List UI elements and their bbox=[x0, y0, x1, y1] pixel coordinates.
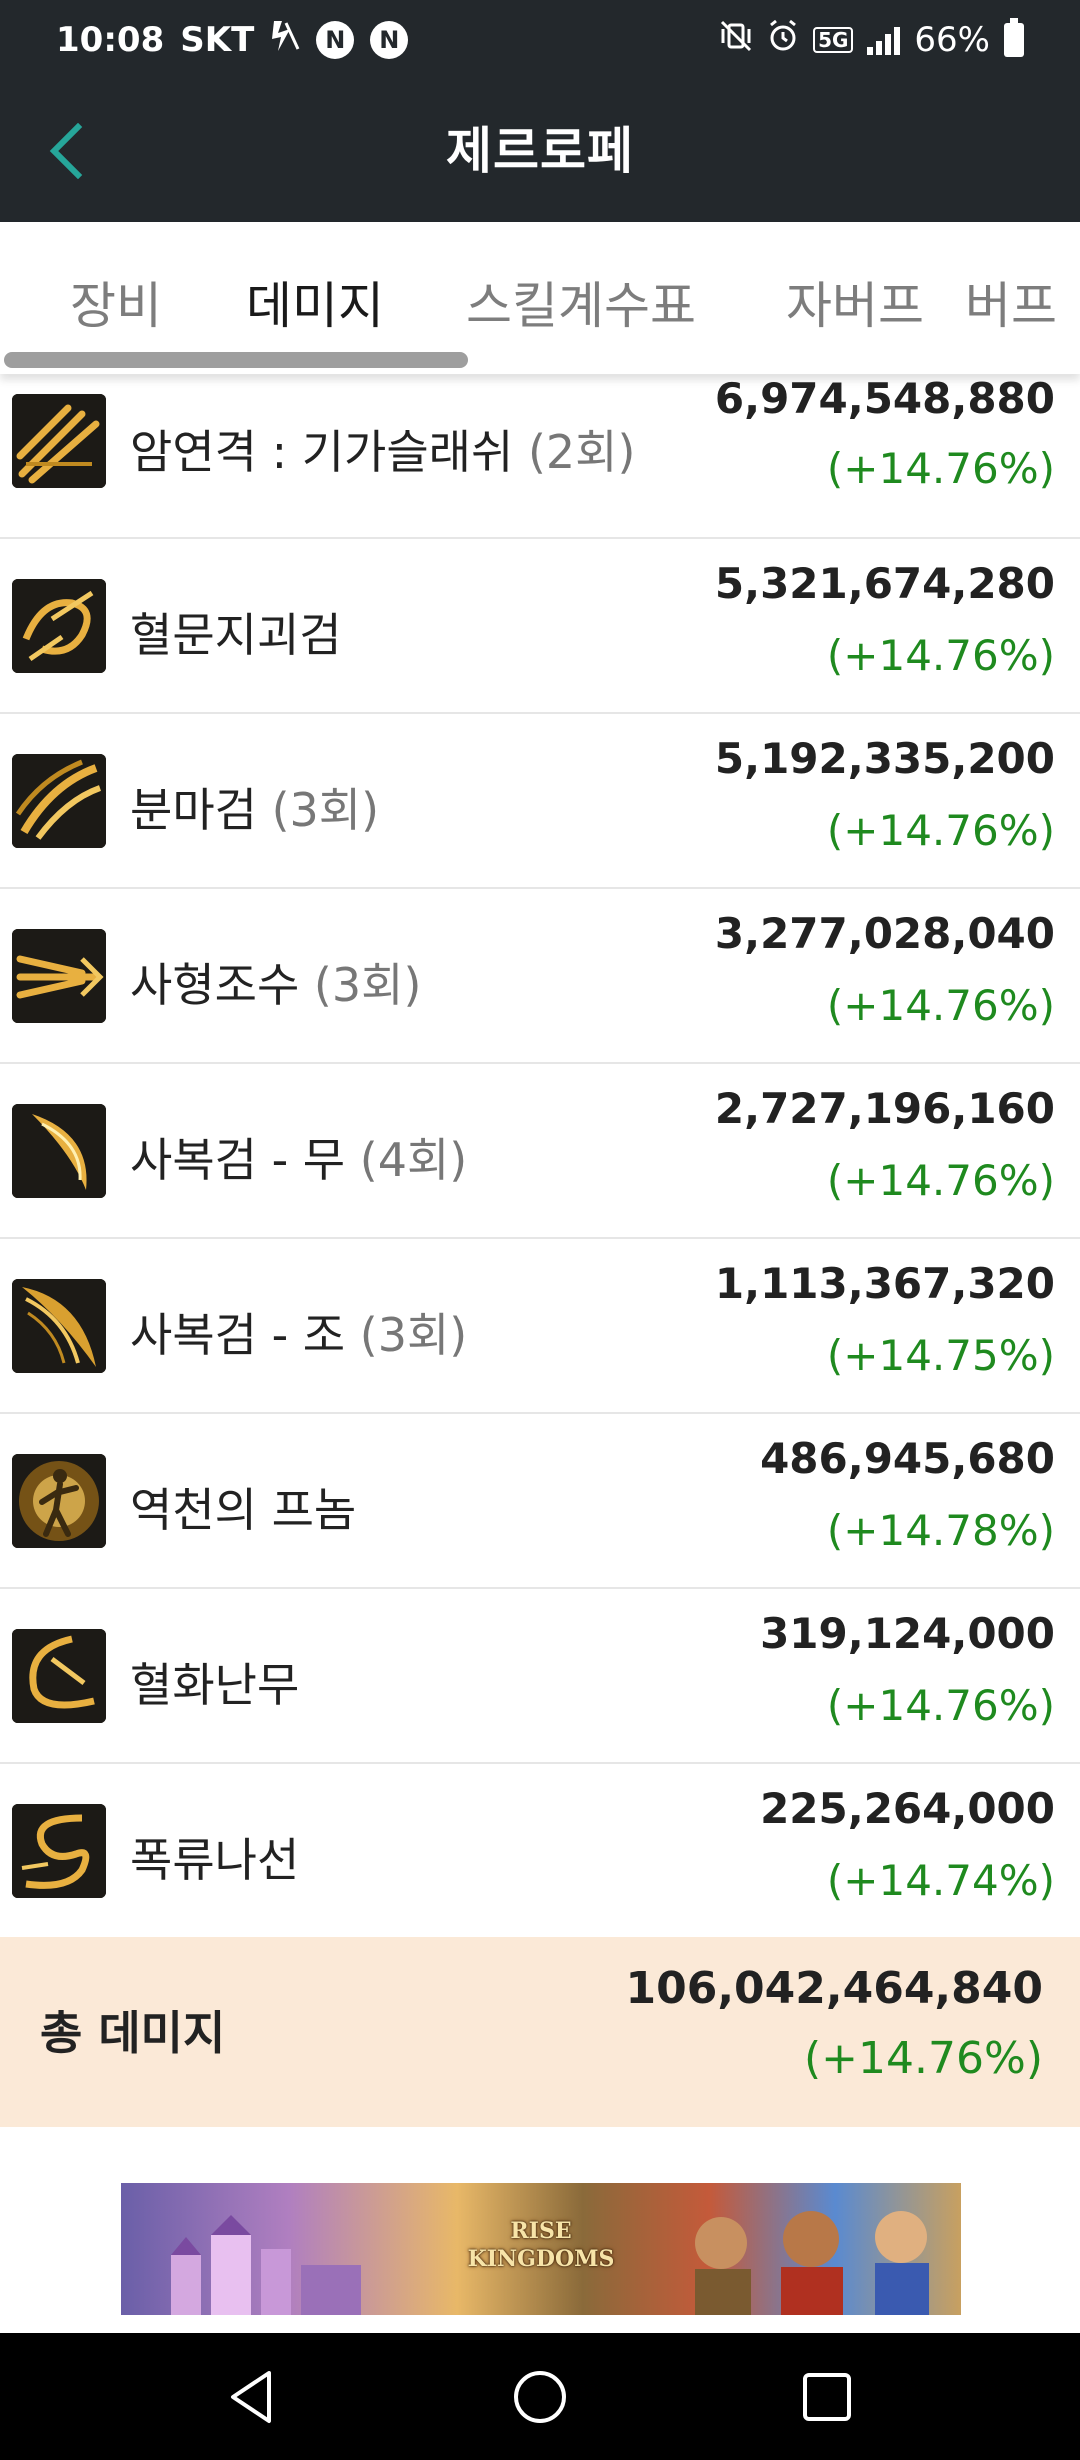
claw-strike-icon bbox=[12, 929, 106, 1023]
skill-damage: 486,945,680 bbox=[760, 1434, 1055, 1483]
status-carrier: SKT bbox=[180, 20, 255, 60]
total-label: 총 데미지 bbox=[40, 2006, 226, 2060]
list-item[interactable]: 사복검 - 무 (4회) 2,727,196,160 (+14.76%) bbox=[0, 1064, 1080, 1239]
notification-n-icon: N bbox=[370, 21, 409, 59]
total-damage: 106,042,464,840 bbox=[625, 1963, 1043, 2014]
circle-home-icon bbox=[514, 2371, 566, 2423]
damage-change: (+14.76%) bbox=[826, 806, 1055, 855]
battery-level: 66% bbox=[914, 20, 990, 60]
skill-name: 폭류나선 bbox=[130, 1833, 300, 1887]
list-item[interactable]: 혈화난무 319,124,000 (+14.76%) bbox=[0, 1589, 1080, 1764]
notification-n-icon: N bbox=[316, 21, 355, 59]
skill-name: 역천의 프놈 bbox=[130, 1483, 357, 1537]
triangle-back-icon bbox=[231, 2371, 271, 2423]
skill-damage: 5,192,335,200 bbox=[714, 734, 1055, 783]
skill-damage: 3,277,028,040 bbox=[714, 909, 1055, 958]
damage-change: (+14.75%) bbox=[826, 1331, 1055, 1380]
status-left: 10:08 SKT N N bbox=[56, 19, 409, 62]
list-item[interactable]: 폭류나선 225,264,000 (+14.74%) bbox=[0, 1764, 1080, 1939]
spiral-icon bbox=[12, 1804, 106, 1898]
tab-buff[interactable]: 버프 bbox=[965, 266, 1057, 338]
lightning-icon bbox=[270, 19, 300, 62]
skill-name: 사형조수 (3회) bbox=[130, 958, 422, 1012]
total-damage-change: (+14.76%) bbox=[804, 2033, 1043, 2084]
nav-back-button[interactable] bbox=[221, 2365, 285, 2429]
castle-image bbox=[171, 2215, 361, 2315]
skill-name: 혈문지괴검 bbox=[130, 608, 342, 662]
whirl-slash-icon bbox=[12, 1629, 106, 1723]
ad-logo: RISE KINGDOMS bbox=[467, 2218, 615, 2272]
triple-slash-icon bbox=[12, 394, 106, 488]
skill-name: 사복검 - 무 (4회) bbox=[130, 1133, 468, 1187]
figure-glow-icon bbox=[12, 1454, 106, 1548]
status-right: 5G 66% bbox=[719, 18, 1024, 62]
list-item[interactable]: 사복검 - 조 (3회) 1,113,367,320 (+14.75%) bbox=[0, 1239, 1080, 1414]
list-item[interactable]: 혈문지괴검 5,321,674,280 (+14.76%) bbox=[0, 539, 1080, 714]
damage-change: (+14.76%) bbox=[826, 444, 1055, 493]
list-item[interactable]: 사형조수 (3회) 3,277,028,040 (+14.76%) bbox=[0, 889, 1080, 1064]
list-item[interactable]: 암연격 : 기가슬래쉬 (2회) 6,974,548,880 (+14.76%) bbox=[0, 364, 1080, 539]
signal-icon bbox=[867, 25, 901, 55]
skill-damage: 225,264,000 bbox=[760, 1784, 1055, 1833]
tab-equipment[interactable]: 장비 bbox=[70, 266, 162, 338]
damage-change: (+14.76%) bbox=[826, 981, 1055, 1030]
damage-change: (+14.76%) bbox=[826, 1681, 1055, 1730]
app-bar: 제르로페 bbox=[0, 80, 1080, 222]
ad-banner[interactable]: RISE KINGDOMS bbox=[121, 2183, 961, 2315]
system-navigation-bar bbox=[0, 2333, 1080, 2460]
skill-name: 사복검 - 조 (3회) bbox=[130, 1308, 468, 1362]
nav-home-button[interactable] bbox=[508, 2365, 572, 2429]
battery-icon bbox=[1004, 18, 1024, 57]
vibrate-mute-icon bbox=[719, 19, 753, 62]
damage-change: (+14.76%) bbox=[826, 1156, 1055, 1205]
skill-name: 암연격 : 기가슬래쉬 (2회) bbox=[130, 425, 636, 479]
ad-characters-image bbox=[695, 2211, 929, 2315]
tab-bar: 장비 데미지 스킬계수표 자버프 버프 bbox=[0, 222, 1080, 374]
skill-damage: 2,727,196,160 bbox=[714, 1084, 1055, 1133]
list-item[interactable]: 분마검 (3회) 5,192,335,200 (+14.76%) bbox=[0, 714, 1080, 889]
skill-damage: 5,321,674,280 bbox=[714, 559, 1055, 608]
status-time: 10:08 bbox=[56, 20, 165, 60]
skill-name: 혈화난무 bbox=[130, 1658, 300, 1712]
network-type: 5G bbox=[813, 27, 854, 53]
tab-damage[interactable]: 데미지 bbox=[246, 266, 384, 338]
skill-damage: 1,113,367,320 bbox=[714, 1259, 1055, 1308]
total-damage-row: 총 데미지 106,042,464,840 (+14.76%) bbox=[0, 1937, 1080, 2127]
alarm-icon bbox=[767, 19, 799, 62]
square-recents-icon bbox=[803, 2373, 851, 2421]
nav-recents-button[interactable] bbox=[795, 2365, 859, 2429]
wing-slash-icon bbox=[12, 1279, 106, 1373]
status-bar: 10:08 SKT N N 5G 66% bbox=[0, 0, 1080, 80]
damage-change: (+14.78%) bbox=[826, 1506, 1055, 1555]
page-title: 제르로페 bbox=[446, 122, 634, 180]
skill-damage: 319,124,000 bbox=[760, 1609, 1055, 1658]
tab-self-buff[interactable]: 자버프 bbox=[786, 266, 924, 338]
crescent-slash-icon bbox=[12, 1104, 106, 1198]
swirl-blade-icon bbox=[12, 579, 106, 673]
tab-scroll-indicator bbox=[4, 352, 468, 368]
skill-damage: 6,974,548,880 bbox=[714, 374, 1055, 423]
skill-name: 분마검 (3회) bbox=[130, 783, 380, 837]
double-slash-icon bbox=[12, 754, 106, 848]
damage-change: (+14.74%) bbox=[826, 1856, 1055, 1905]
list-item[interactable]: 역천의 프놈 486,945,680 (+14.78%) bbox=[0, 1414, 1080, 1589]
tab-skill-coefficients[interactable]: 스킬계수표 bbox=[466, 266, 696, 338]
damage-change: (+14.76%) bbox=[826, 631, 1055, 680]
